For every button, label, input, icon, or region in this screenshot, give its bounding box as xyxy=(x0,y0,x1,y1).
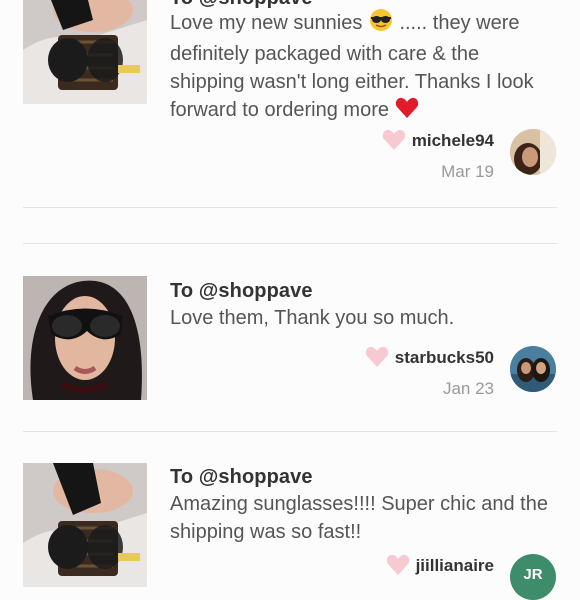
divider xyxy=(23,431,557,432)
review-date: Jan 23 xyxy=(442,379,494,398)
review-date: Mar 19 xyxy=(441,162,494,181)
user-avatar[interactable]: JR xyxy=(510,554,556,600)
divider xyxy=(23,243,557,244)
review-recipient: To @shoppave xyxy=(170,280,313,302)
review-meta: jiillianaire xyxy=(386,554,494,581)
username-link[interactable]: starbucks50 xyxy=(395,348,494,367)
review-text: Love them, Thank you so much. xyxy=(170,307,455,329)
review-photo[interactable] xyxy=(23,0,147,104)
review-user-line: michele94 xyxy=(382,129,494,156)
review-meta: michele94 Mar 19 xyxy=(382,129,494,182)
review-photo[interactable] xyxy=(23,276,147,400)
heart-icon[interactable] xyxy=(365,346,389,373)
review-text-part: Love my new sunnies xyxy=(170,12,363,34)
username-link[interactable]: jiillianaire xyxy=(416,556,494,575)
review-user-line: starbucks50 xyxy=(365,346,494,373)
username-link[interactable]: michele94 xyxy=(412,131,494,150)
heart-icon[interactable] xyxy=(382,129,406,156)
red-heart-emoji-icon xyxy=(395,97,419,127)
sunglasses-face-emoji-icon xyxy=(368,8,394,40)
review-recipient: To @shoppave xyxy=(170,466,313,488)
user-avatar[interactable] xyxy=(510,346,556,392)
divider xyxy=(23,207,557,208)
user-avatar[interactable] xyxy=(510,129,556,175)
review-meta: starbucks50 Jan 23 xyxy=(365,346,494,399)
review-photo[interactable] xyxy=(23,463,147,587)
review-text: Love my new sunnies ..... they were defi… xyxy=(170,8,550,127)
review-user-line: jiillianaire xyxy=(386,554,494,581)
review-text: Amazing sunglasses!!!! Super chic and th… xyxy=(170,493,548,543)
heart-icon[interactable] xyxy=(386,554,410,581)
